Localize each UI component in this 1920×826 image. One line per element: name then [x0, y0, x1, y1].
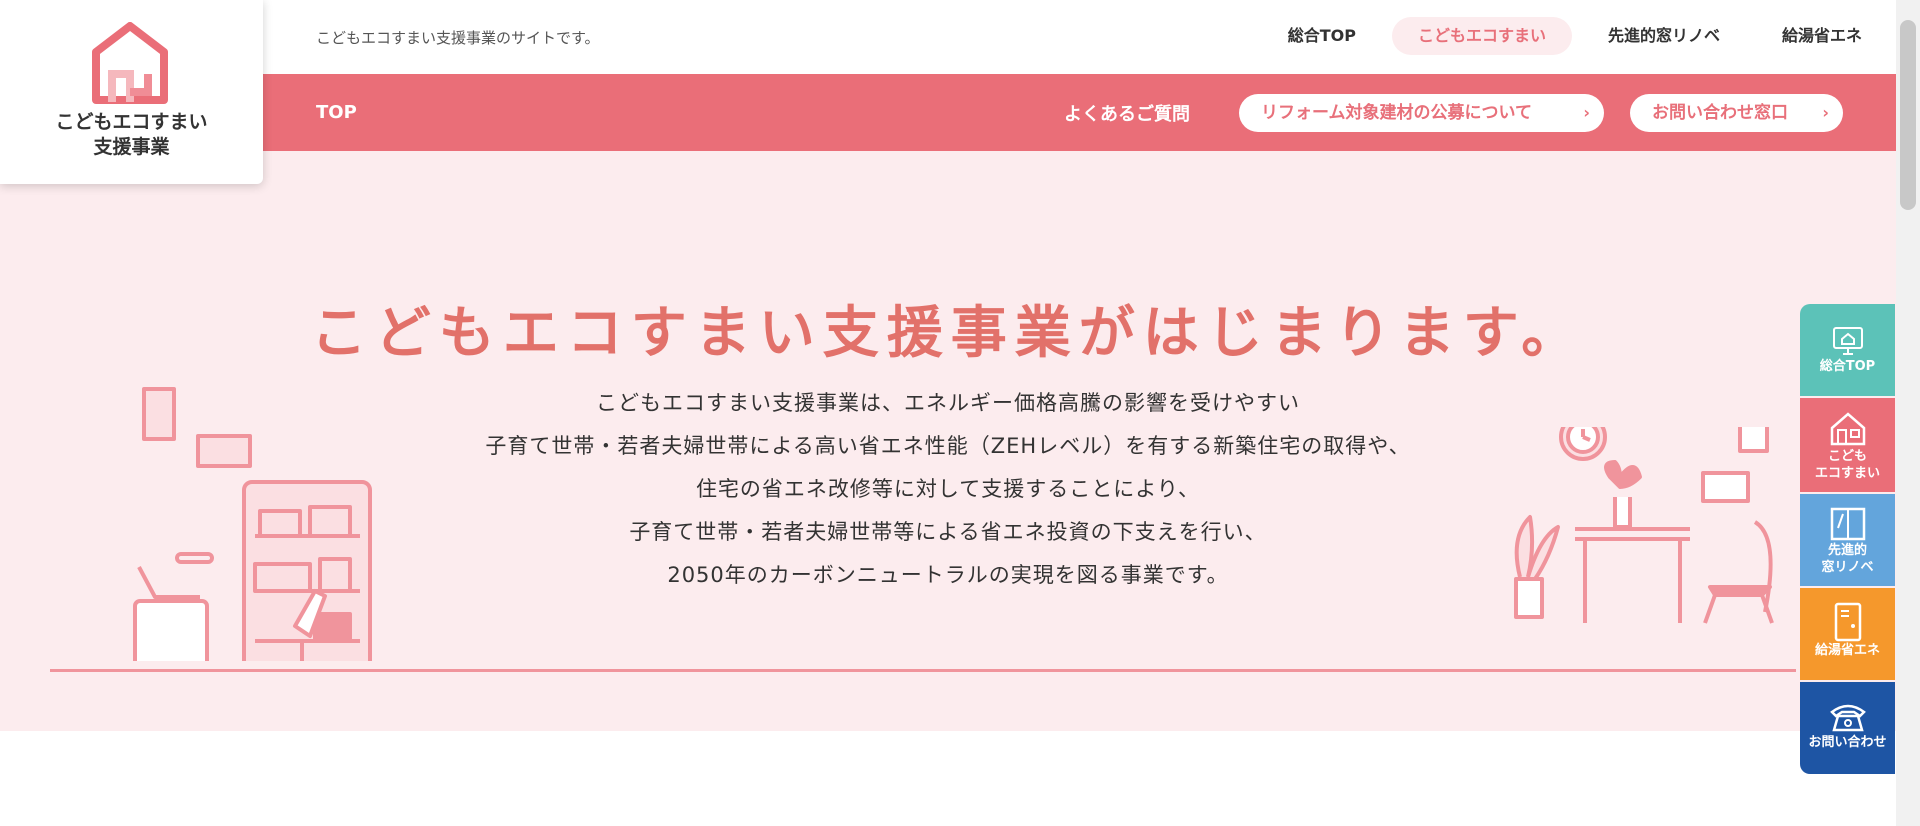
house-logo-icon — [92, 22, 168, 104]
side-link-label: 窓リノベ — [1821, 560, 1874, 575]
room-left-illustration — [133, 387, 372, 661]
top-header: こどもエコすまい支援事業のサイトです。 総合TOP こどもエコすまい 先進的窓リ… — [0, 0, 1896, 74]
monitor-home-icon — [1832, 327, 1863, 355]
nav-link-kodomo-eco[interactable]: こどもエコすまい — [1391, 17, 1572, 55]
scrollbar-thumb[interactable] — [1900, 20, 1916, 210]
side-link-label: 先進的 — [1827, 543, 1867, 558]
logo-line-2: 支援事業 — [93, 136, 170, 158]
building-materials-button[interactable]: リフォーム対象建材の公募について › — [1239, 94, 1604, 132]
contact-window-button[interactable]: お問い合わせ窓口 › — [1630, 94, 1843, 132]
nav-link-total-top[interactable]: 総合TOP — [1262, 17, 1382, 55]
page: こどもエコすまい支援事業のサイトです。 総合TOP こどもエコすまい 先進的窓リ… — [0, 0, 1920, 826]
page-scrollbar[interactable] — [1896, 0, 1920, 826]
side-link-water-heater[interactable]: 給湯省エネ — [1800, 588, 1895, 680]
contact-window-label: お問い合わせ窓口 — [1652, 103, 1788, 123]
logo-line-1: こどもエコすまい — [55, 111, 208, 133]
side-link-contact[interactable]: お問い合わせ — [1800, 682, 1895, 774]
floor-line — [50, 669, 1796, 672]
side-link-window-renovation[interactable]: 先進的 窓リノベ — [1800, 494, 1895, 586]
telephone-icon — [1829, 704, 1866, 732]
side-link-label: 総合TOP — [1819, 359, 1876, 374]
building-materials-label: リフォーム対象建材の公募について — [1261, 103, 1532, 123]
nav-link-window-renovation[interactable]: 先進的窓リノベ — [1582, 17, 1746, 55]
side-floating-nav: 総合TOP こども エコすまい 先進的 窓リノベ 給湯省エネ お問い合わせ — [1800, 304, 1895, 776]
room-right-illustration — [1514, 427, 1774, 624]
nav-link-water-heater[interactable]: 給湯省エネ — [1756, 17, 1888, 55]
global-nav: 総合TOP こどもエコすまい 先進的窓リノベ 給湯省エネ — [1262, 17, 1888, 55]
hero-title: こどもエコすまい支援事業がはじまります。 — [310, 301, 1586, 366]
logo-text: こどもエコすまい 支援事業 — [0, 110, 263, 160]
side-link-label: 給湯省エネ — [1814, 643, 1880, 658]
house-icon — [1830, 412, 1865, 446]
water-heater-icon — [1834, 602, 1861, 642]
side-link-kodomo-eco[interactable]: こども エコすまい — [1800, 398, 1895, 492]
sub-nav-band: TOP よくあるご質問 リフォーム対象建材の公募について › お問い合わせ窓口 … — [0, 74, 1896, 151]
site-description: こどもエコすまい支援事業のサイトです。 — [316, 29, 600, 47]
site-logo[interactable]: こどもエコすまい 支援事業 — [0, 0, 263, 184]
hero-section: こどもエコすまい支援事業がはじまります。 こどもエコすまい支援事業は、エネルギー… — [0, 151, 1896, 731]
side-link-label: エコすまい — [1814, 466, 1880, 481]
side-link-total-top[interactable]: 総合TOP — [1800, 304, 1895, 396]
side-link-label: こども — [1827, 449, 1867, 464]
chevron-right-icon: › — [1822, 103, 1829, 122]
side-link-label: お問い合わせ — [1808, 735, 1887, 750]
faq-link[interactable]: よくあるご質問 — [1064, 100, 1190, 126]
window-icon — [1830, 507, 1865, 541]
chevron-right-icon: › — [1583, 103, 1590, 122]
subnav-top-link[interactable]: TOP — [316, 102, 357, 123]
